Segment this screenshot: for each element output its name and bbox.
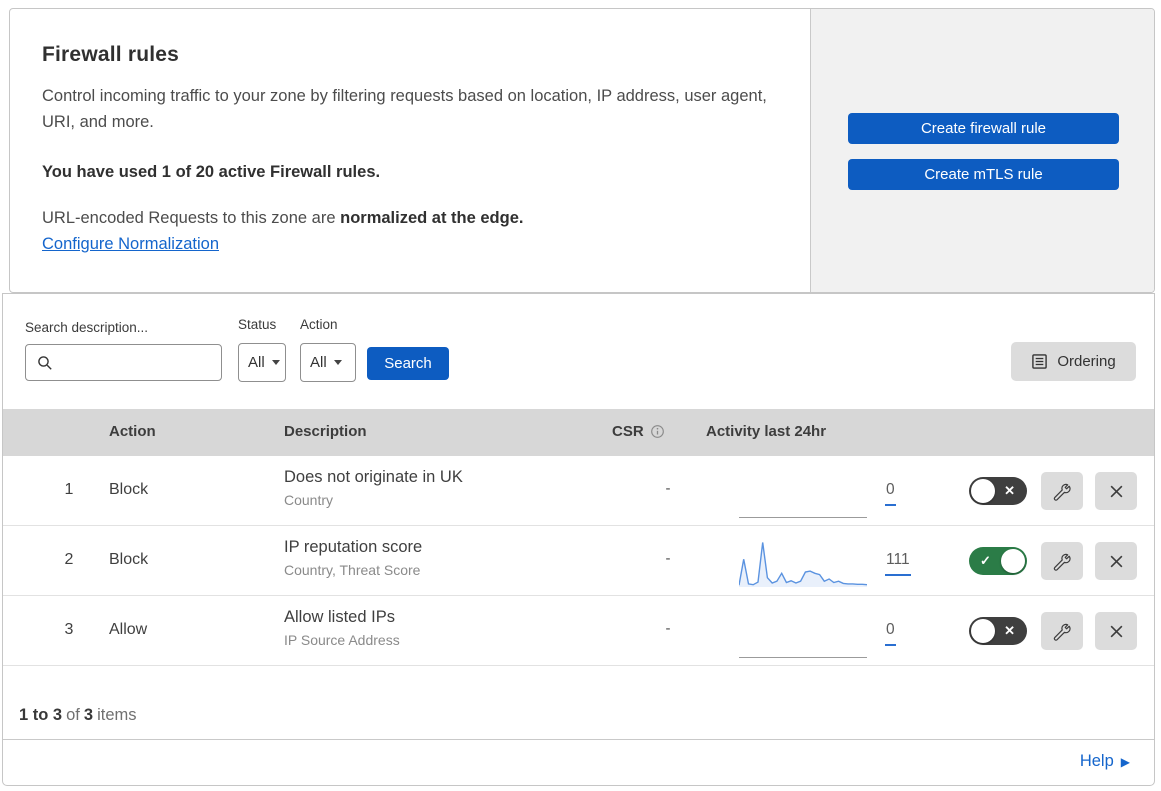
rule-action: Allow [109, 621, 148, 638]
activity-count-link[interactable]: 0 [885, 621, 896, 646]
column-header-csr: CSR [612, 423, 665, 440]
wrench-icon [1053, 623, 1071, 641]
rule-csr-value: - [665, 480, 671, 497]
table-row: 3 Allow Allow listed IPs IP Source Addre… [3, 596, 1154, 666]
rule-description-title: Does not originate in UK [284, 468, 463, 486]
actions-panel: Create firewall rule Create mTLS rule [810, 9, 1154, 292]
create-mtls-rule-button[interactable]: Create mTLS rule [848, 159, 1119, 190]
table-row: 2 Block IP reputation score Country, Thr… [3, 526, 1154, 596]
rule-priority: 1 [64, 481, 74, 498]
help-link[interactable]: Help ▶ [1080, 752, 1130, 771]
status-filter-select[interactable]: All [238, 343, 286, 382]
rule-action: Block [109, 551, 149, 568]
activity-sparkline [738, 539, 868, 588]
rule-enabled-toggle[interactable]: ✕ [969, 617, 1027, 645]
rule-description: Does not originate in UK Country [284, 468, 463, 508]
delete-rule-button[interactable] [1095, 472, 1137, 510]
ordering-list-icon [1032, 354, 1048, 369]
close-icon [1110, 555, 1122, 567]
toggle-state-icon: ✓ [980, 553, 991, 568]
rule-action: Block [109, 481, 149, 498]
search-icon [38, 356, 52, 370]
close-icon [1110, 625, 1122, 637]
rule-description: Allow listed IPs IP Source Address [284, 608, 400, 648]
toggle-knob [1001, 549, 1025, 573]
activity-count-link[interactable]: 0 [885, 481, 896, 506]
pagination-total: 3 [83, 706, 94, 724]
action-filter-value: All [310, 354, 327, 371]
normalization-text: URL-encoded Requests to this zone are [42, 209, 336, 227]
delete-rule-button[interactable] [1095, 542, 1137, 580]
wrench-icon [1053, 483, 1071, 501]
activity-count-cell: 0 [885, 621, 896, 646]
page-description: Control incoming traffic to your zone by… [42, 87, 767, 131]
toggle-knob [971, 479, 995, 503]
rule-criteria: IP Source Address [284, 632, 400, 648]
pagination-of: of [66, 706, 80, 724]
column-header-description: Description [284, 423, 367, 440]
action-filter-select[interactable]: All [300, 343, 356, 382]
rule-description-title: Allow listed IPs [284, 608, 395, 626]
activity-count-cell: 111 [885, 551, 911, 576]
activity-count-link[interactable]: 111 [885, 551, 911, 576]
usage-summary: You have used 1 of 20 active Firewall ru… [42, 163, 381, 181]
normalization-bold-text: normalized at the edge. [340, 209, 524, 227]
pagination-items: items [97, 706, 137, 724]
wrench-icon [1053, 553, 1071, 571]
close-icon [1110, 485, 1122, 497]
help-label: Help [1079, 752, 1114, 770]
pagination-range: 1 to 3 [19, 706, 63, 724]
help-arrow-icon: ▶ [1120, 754, 1130, 769]
column-header-action: Action [109, 423, 156, 440]
table-row: 1 Block Does not originate in UK Country… [3, 456, 1154, 526]
edit-rule-button[interactable] [1041, 542, 1083, 580]
delete-rule-button[interactable] [1095, 612, 1137, 650]
normalization-note: URL-encoded Requests to this zone are no… [42, 209, 810, 228]
ordering-button[interactable]: Ordering [1011, 342, 1136, 381]
rule-criteria: Country, Threat Score [284, 562, 421, 578]
activity-count-cell: 0 [885, 481, 896, 506]
column-header-activity: Activity last 24hr [706, 423, 827, 440]
status-filter-value: All [248, 354, 265, 371]
toggle-state-icon: ✕ [1004, 623, 1015, 638]
chevron-down-icon [333, 360, 342, 365]
activity-sparkline-empty [739, 517, 867, 518]
edit-rule-button[interactable] [1041, 472, 1083, 510]
create-firewall-rule-button[interactable]: Create firewall rule [848, 113, 1119, 144]
rule-priority: 2 [64, 551, 74, 568]
rule-criteria: Country [284, 492, 334, 508]
info-icon[interactable] [650, 424, 665, 439]
help-bar: Help ▶ [3, 739, 1154, 786]
search-input[interactable] [58, 346, 216, 379]
search-input-wrapper [25, 344, 222, 381]
search-button[interactable]: Search [367, 347, 449, 380]
rule-enabled-toggle[interactable]: ✕ [969, 477, 1027, 505]
toggle-state-icon: ✕ [1004, 483, 1015, 498]
table-header: Action Description CSR Activity last 24h… [3, 409, 1154, 456]
chevron-down-icon [271, 360, 280, 365]
status-filter-label: Status [238, 317, 277, 332]
rules-panel: Search description... Status All Action … [2, 293, 1155, 786]
ordering-button-label: Ordering [1057, 353, 1116, 370]
action-filter-label: Action [300, 317, 338, 332]
rule-enabled-toggle[interactable]: ✓ [969, 547, 1027, 575]
edit-rule-button[interactable] [1041, 612, 1083, 650]
pagination-summary: 1 to 3 of 3 items [19, 706, 140, 725]
rule-csr-value: - [665, 550, 671, 567]
search-description-label: Search description... [25, 320, 149, 335]
header-content: Firewall rules Control incoming traffic … [10, 9, 810, 292]
firewall-rules-page: Firewall rules Control incoming traffic … [0, 0, 1161, 791]
header-card: Firewall rules Control incoming traffic … [9, 8, 1155, 293]
rule-description: IP reputation score Country, Threat Scor… [284, 538, 422, 578]
configure-normalization-link[interactable]: Configure Normalization [42, 235, 219, 254]
activity-sparkline-empty [739, 657, 867, 658]
rule-priority: 3 [64, 621, 74, 638]
rule-description-title: IP reputation score [284, 538, 423, 556]
toggle-knob [971, 619, 995, 643]
rule-csr-value: - [665, 620, 671, 637]
page-title: Firewall rules [42, 43, 180, 66]
